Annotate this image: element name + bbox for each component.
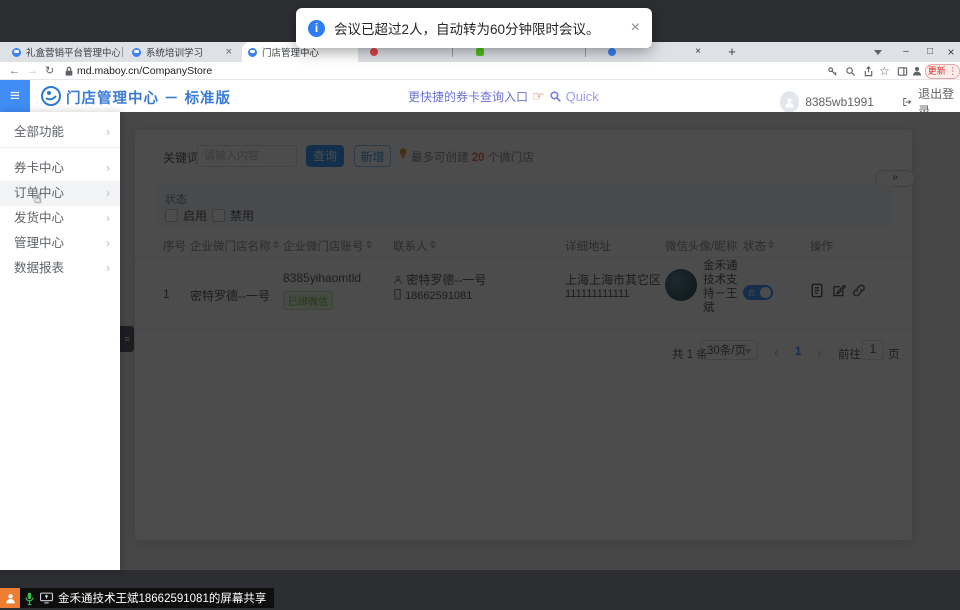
browser-address-bar: ← → ↻ md.maboy.cn/CompanyStore ☆ 更新 ⋮ bbox=[0, 62, 960, 80]
sidebar-item-data-report[interactable]: 数据报表› bbox=[0, 256, 120, 281]
side-panel-icon[interactable] bbox=[897, 66, 908, 77]
window-minimize-button[interactable]: – bbox=[896, 42, 916, 62]
screen-share-bar: 金禾通技术王斌18662591081的屏幕共享 bbox=[20, 588, 274, 608]
key-icon[interactable] bbox=[827, 66, 838, 77]
profile-icon[interactable] bbox=[911, 65, 923, 77]
tab-close-icon[interactable]: × bbox=[226, 46, 232, 58]
tab-separator bbox=[452, 47, 453, 57]
tab-favicon bbox=[248, 48, 257, 57]
tab-favicon bbox=[132, 48, 141, 57]
logout-icon[interactable] bbox=[902, 96, 912, 108]
tab-label: 礼盒营销平台管理中心 bbox=[26, 45, 120, 59]
hidden-tab-favicon bbox=[476, 48, 484, 56]
url-text[interactable]: md.maboy.cn/CompanyStore bbox=[77, 62, 212, 80]
app-header: ≡ 门店管理中心 － 标准版 更快捷的券卡查询入口 ☞ Quick 8385wb… bbox=[0, 80, 960, 112]
tab-separator bbox=[122, 47, 123, 57]
chevron-right-icon: › bbox=[106, 181, 110, 206]
screen-share-icon bbox=[40, 592, 53, 604]
chevron-right-icon: › bbox=[106, 231, 110, 256]
user-avatar[interactable] bbox=[780, 91, 799, 113]
chevron-right-icon: › bbox=[106, 256, 110, 281]
share-text: 金禾通技术王斌18662591081的屏幕共享 bbox=[58, 590, 266, 606]
person-icon bbox=[4, 592, 17, 605]
info-icon: i bbox=[308, 20, 325, 37]
zoom-icon[interactable] bbox=[845, 66, 856, 77]
chevron-right-icon: › bbox=[106, 117, 110, 147]
mouse-cursor-icon: ☝ bbox=[33, 190, 41, 206]
tab-gift-platform[interactable]: 礼盒营销平台管理中心 × bbox=[6, 42, 120, 62]
chrome-update-button[interactable]: 更新 ⋮ bbox=[925, 64, 960, 79]
window-close-button[interactable]: × bbox=[941, 42, 960, 62]
sidebar-item-management-center[interactable]: 管理中心› bbox=[0, 231, 120, 256]
tab-close-icon[interactable]: × bbox=[688, 42, 708, 62]
tab-label: 系统培训学习 bbox=[146, 45, 203, 59]
hidden-tab-favicon bbox=[608, 48, 616, 56]
dim-overlay[interactable] bbox=[120, 112, 960, 570]
app-logo-icon bbox=[40, 85, 62, 107]
sidebar-item-shipping-center[interactable]: 发货中心› bbox=[0, 206, 120, 231]
bookmark-star-icon[interactable]: ☆ bbox=[879, 62, 890, 80]
sidebar-item-card-center[interactable]: 券卡中心› bbox=[0, 156, 120, 181]
quick-label: Quick bbox=[566, 89, 599, 104]
quick-entry[interactable]: 更快捷的券卡查询入口 ☞ Quick bbox=[408, 88, 599, 105]
pointing-hand-icon: ☞ bbox=[532, 88, 545, 105]
tab-separator bbox=[585, 47, 586, 57]
quick-entry-text: 更快捷的券卡查询入口 bbox=[408, 88, 528, 105]
meeting-toast: i 会议已超过2人，自动转为60分钟限时会议。 × bbox=[296, 8, 652, 48]
window-maximize-button[interactable]: □ bbox=[920, 42, 940, 62]
share-user-badge[interactable] bbox=[0, 588, 20, 608]
hidden-tab-favicon bbox=[370, 48, 378, 56]
chevron-right-icon: › bbox=[106, 206, 110, 231]
back-icon[interactable]: ← bbox=[9, 62, 20, 80]
forward-icon[interactable]: → bbox=[27, 62, 38, 80]
tab-training[interactable]: 系统培训学习 × bbox=[126, 42, 238, 62]
reload-icon[interactable]: ↻ bbox=[45, 62, 54, 80]
toast-message: 会议已超过2人，自动转为60分钟限时会议。 bbox=[334, 18, 600, 38]
tab-favicon bbox=[12, 48, 21, 57]
microphone-icon bbox=[24, 592, 35, 605]
sidebar-item-all-functions[interactable]: 全部功能› bbox=[0, 117, 120, 148]
desktop: 礼盒营销平台管理中心 × 系统培训学习 × 门店管理中心 × + – □ × ←… bbox=[0, 0, 960, 610]
share-icon[interactable] bbox=[863, 66, 874, 77]
tab-search-caret-icon[interactable] bbox=[874, 50, 882, 55]
chevron-right-icon: › bbox=[106, 156, 110, 181]
new-tab-button[interactable]: + bbox=[722, 42, 742, 62]
lock-icon bbox=[64, 66, 74, 77]
menu-toggle-button[interactable]: ≡ bbox=[0, 80, 30, 112]
quick-search-icon bbox=[549, 90, 562, 103]
toast-close-icon[interactable]: × bbox=[631, 19, 640, 37]
page-title: 门店管理中心 － 标准版 bbox=[66, 87, 231, 108]
sidebar-menu: 全部功能› 券卡中心› 订单中心› 发货中心› 管理中心› 数据报表› ☝ bbox=[0, 112, 120, 570]
sidebar-item-order-center[interactable]: 订单中心› bbox=[0, 181, 120, 206]
username-text: 8385wb1991 bbox=[805, 95, 874, 109]
